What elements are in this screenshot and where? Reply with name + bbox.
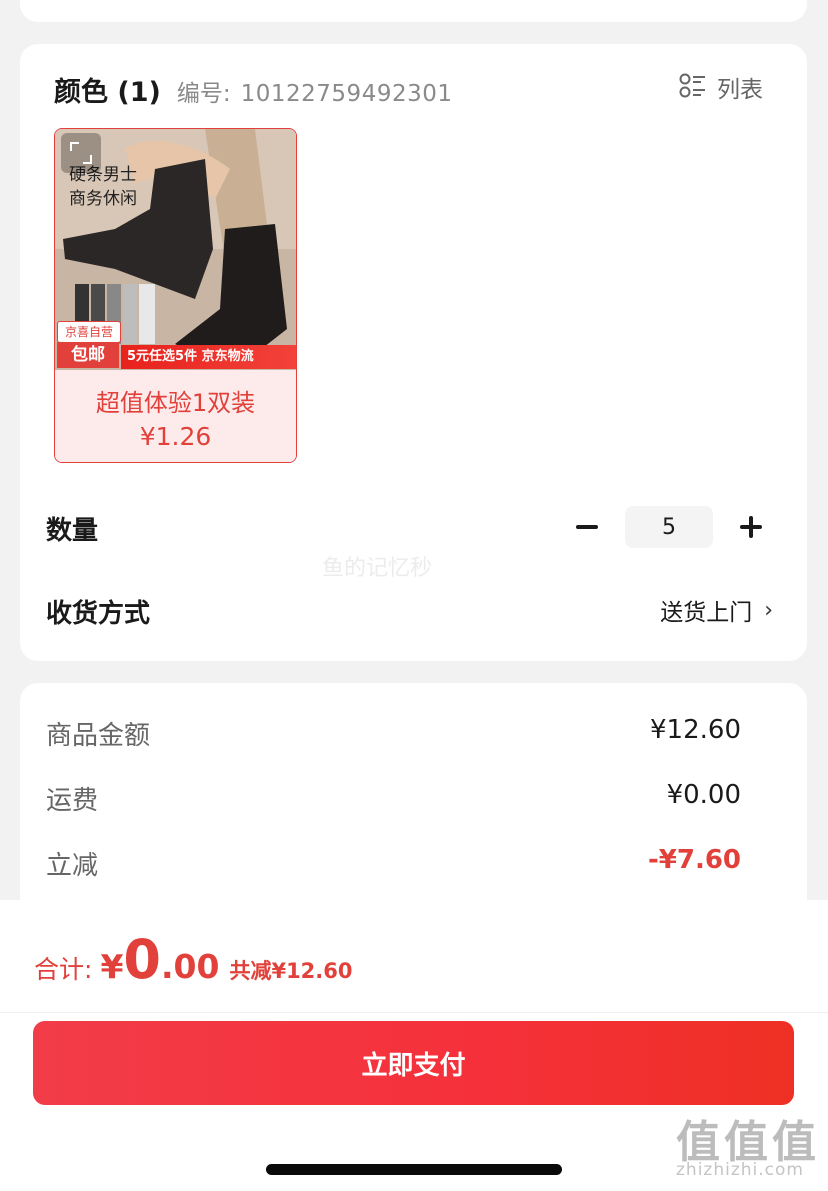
total-decimal: .00 (160, 947, 220, 986)
pay-now-button[interactable]: 立即支付 (33, 1021, 794, 1105)
price-row-discount: 立减 -¥7.60 (46, 845, 741, 882)
expand-icon[interactable] (61, 133, 101, 173)
watermark: 鱼的记忆秒 (322, 556, 433, 581)
list-view-toggle[interactable]: 列表 (679, 70, 763, 104)
delivery-label: 收货方式 (46, 599, 151, 629)
home-indicator (266, 1164, 562, 1175)
chevron-right-icon: › (764, 597, 773, 623)
sku-number-label: 编号: (176, 81, 231, 107)
price-row-label: 立减 (46, 851, 99, 881)
price-row-value: ¥12.60 (650, 715, 741, 745)
price-summary-card: 商品金额 ¥12.60 运费 ¥0.00 立减 -¥7.60 (20, 683, 807, 923)
price-row-label: 运费 (46, 786, 99, 816)
delivery-value: 送货上门 (660, 600, 753, 626)
price-row-label: 商品金额 (46, 721, 151, 751)
delivery-method-selector[interactable]: 送货上门 › (660, 593, 773, 627)
total-integer: 0 (123, 928, 161, 991)
price-row-value: ¥0.00 (666, 780, 741, 810)
quantity-input[interactable] (625, 506, 713, 548)
sku-name: 超值体验1双装 (95, 389, 256, 417)
sku-number: 10122759492301 (240, 81, 453, 107)
self-run-badge: 京喜自营 (57, 321, 121, 343)
sku-price: ¥1.26 (139, 422, 212, 451)
product-options-card: 颜色 (1) 编号: 10122759492301 列表 硬条男士 商务休闲 京… (20, 44, 807, 661)
total-saved: 共减¥12.60 (229, 959, 353, 983)
sku-title: 颜色 (1) (54, 77, 161, 108)
quantity-label: 数量 (46, 516, 99, 546)
sku-header: 颜色 (1) 编号: 10122759492301 (54, 70, 453, 109)
free-shipping-badge: 包邮 (57, 342, 119, 368)
list-view-label: 列表 (717, 77, 763, 103)
product-image: 硬条男士 商务休闲 京喜自营 包邮 5元任选5件 京东物流 (55, 129, 296, 370)
list-view-icon (679, 73, 705, 98)
price-row-shipping: 运费 ¥0.00 (46, 780, 741, 817)
divider (0, 1012, 828, 1013)
site-url: zhizhizhi.com (676, 1160, 804, 1180)
plus-icon[interactable] (735, 511, 767, 543)
checkout-footer: 合计: ¥ 0 .00 共减¥12.60 立即支付 值值值 zhizhizhi.… (0, 900, 828, 1191)
total-currency: ¥ (100, 947, 124, 986)
quantity-stepper (571, 506, 767, 548)
promo-bar: 5元任选5件 京东物流 (121, 345, 296, 369)
minus-icon[interactable] (571, 511, 603, 543)
order-total: 合计: ¥ 0 .00 共减¥12.60 (34, 928, 353, 991)
total-label: 合计: (34, 955, 93, 984)
previous-section-card (20, 0, 807, 22)
sku-option-card[interactable]: 硬条男士 商务休闲 京喜自营 包邮 5元任选5件 京东物流 超值体验1双装 ¥1… (54, 128, 297, 463)
price-row-goods: 商品金额 ¥12.60 (46, 715, 741, 752)
price-row-value: -¥7.60 (647, 845, 741, 875)
site-logo: 值值值 zhizhizhi.com (676, 1106, 824, 1188)
sku-info: 超值体验1双装 ¥1.26 (55, 370, 296, 462)
